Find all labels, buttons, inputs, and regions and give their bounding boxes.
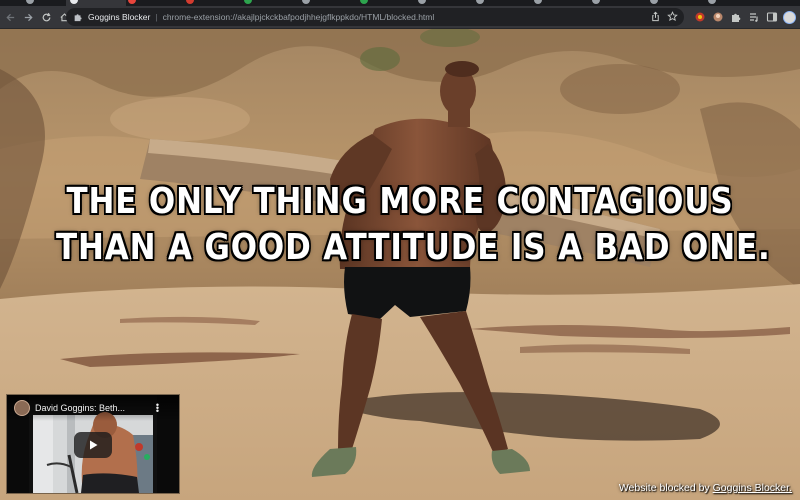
- tab-favicon-icon: [26, 0, 34, 4]
- side-panel-icon[interactable]: [765, 11, 778, 24]
- more-vert-icon[interactable]: • • •: [156, 401, 159, 416]
- media-control-icon[interactable]: [747, 11, 760, 24]
- tab-favicon-icon: [476, 0, 484, 4]
- tab-favicon-icon: [128, 0, 136, 4]
- tab-favicon-icon: [650, 0, 658, 4]
- video-title-bar: David Goggins: Beth...: [7, 395, 179, 421]
- site-name: Goggins Blocker: [88, 12, 151, 22]
- reload-icon[interactable]: [37, 8, 55, 26]
- url-text: chrome-extension://akajlpjckckbafpodjhhe…: [162, 12, 435, 22]
- extensions-area: [693, 8, 796, 26]
- blocked-notice: Website blocked by Goggins Blocker.: [619, 482, 792, 494]
- tab-favicon-icon: [302, 0, 310, 4]
- tab-favicon-icon: [70, 0, 78, 4]
- play-icon: [90, 440, 98, 450]
- address-bar[interactable]: Goggins Blocker | chrome-extension://aka…: [66, 8, 684, 26]
- puzzle-icon: [72, 11, 84, 23]
- omnibox-actions: [650, 11, 678, 24]
- tab-favicon-icon: [186, 0, 194, 4]
- play-button[interactable]: [74, 432, 112, 458]
- tab-favicon-icon: [244, 0, 252, 4]
- tab-favicon-icon: [360, 0, 368, 4]
- back-arrow-icon[interactable]: [1, 8, 19, 26]
- tab-favicon-icon: [418, 0, 426, 4]
- share-icon[interactable]: [650, 11, 661, 24]
- video-title[interactable]: David Goggins: Beth...: [35, 403, 125, 413]
- tab-favicon-icon: [708, 0, 716, 4]
- tab-favicon-icon: [592, 0, 600, 4]
- motivational-quote: THE ONLY THING MORE CONTAGIOUS THAN A GO…: [56, 179, 771, 271]
- browser-window: Goggins Blocker | chrome-extension://aka…: [0, 0, 800, 500]
- embedded-video[interactable]: David Goggins: Beth... • • •: [7, 395, 179, 493]
- quote-line-1: THE ONLY THING MORE CONTAGIOUS: [66, 181, 734, 222]
- blocked-notice-text: Website blocked by: [618, 482, 710, 494]
- tab-favicon-icon: [534, 0, 542, 4]
- profile-avatar[interactable]: [783, 10, 796, 24]
- blocked-page: THE ONLY THING MORE CONTAGIOUS THAN A GO…: [0, 29, 800, 500]
- channel-avatar[interactable]: [14, 400, 30, 416]
- quote-line-2: THAN A GOOD ATTITUDE IS A BAD ONE.: [56, 227, 771, 268]
- star-icon[interactable]: [667, 11, 678, 24]
- puzzle-icon[interactable]: [729, 11, 742, 24]
- omnibox-separator: |: [155, 12, 158, 22]
- extension-icon[interactable]: [711, 11, 724, 24]
- browser-toolbar: Goggins Blocker | chrome-extension://aka…: [0, 6, 800, 29]
- extension-icon[interactable]: [693, 11, 706, 24]
- forward-arrow-icon[interactable]: [19, 8, 37, 26]
- goggins-blocker-link[interactable]: Goggins Blocker.: [713, 482, 792, 494]
